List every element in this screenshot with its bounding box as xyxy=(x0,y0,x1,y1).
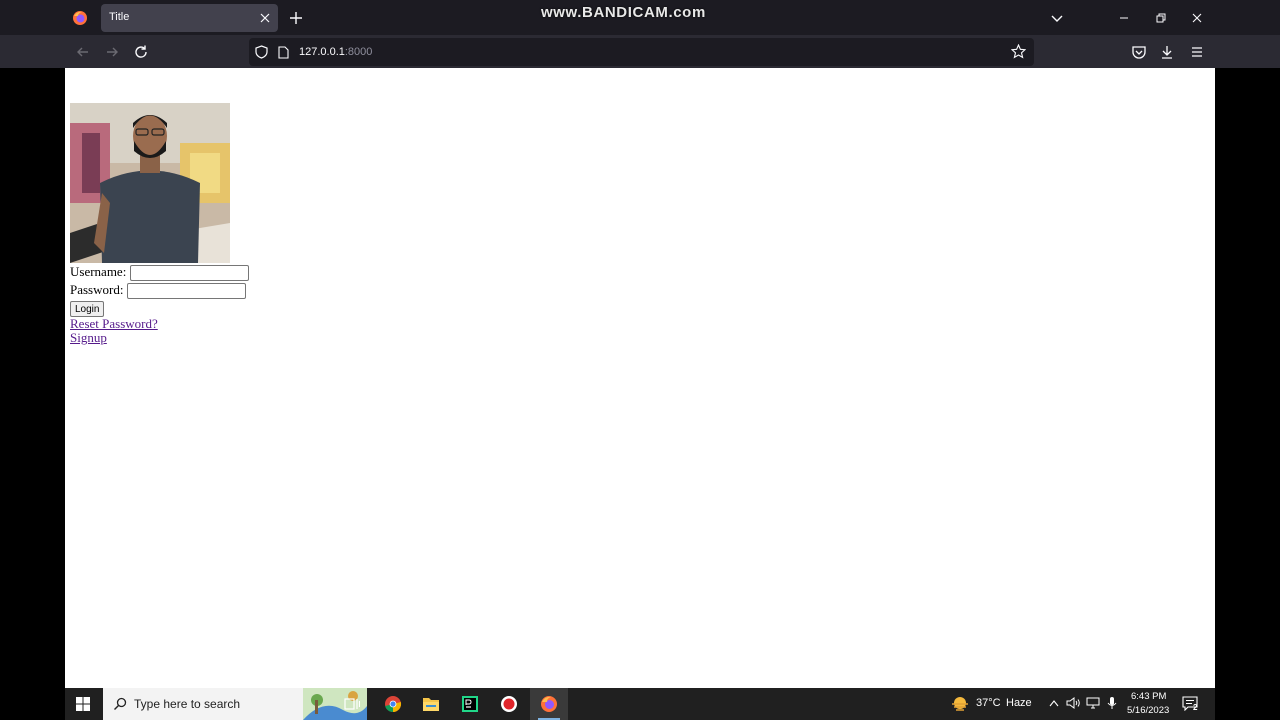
restore-icon[interactable] xyxy=(1154,11,1168,25)
login-form: Username: Password: Login Reset Password… xyxy=(70,103,249,345)
password-input[interactable] xyxy=(126,283,246,300)
page-icon[interactable] xyxy=(278,46,289,59)
login-button[interactable]: Login xyxy=(70,301,105,317)
tab-title: Title xyxy=(109,11,130,23)
task-view-icon[interactable] xyxy=(344,696,360,712)
forward-arrow-icon[interactable] xyxy=(104,44,120,60)
password-label: Password: xyxy=(70,282,124,297)
url-text[interactable]: 127.0.0.1:8000 xyxy=(299,46,372,58)
notification-count-badge: 2 xyxy=(1193,703,1198,712)
firefox-icon xyxy=(541,696,557,712)
chevron-up-icon[interactable] xyxy=(1049,699,1059,707)
browser-toolbar: 127.0.0.1:8000 xyxy=(0,35,1280,68)
taskbar-file-explorer-app[interactable] xyxy=(412,688,450,720)
taskbar-search-box[interactable]: Type here to search xyxy=(103,688,367,720)
back-arrow-icon[interactable] xyxy=(75,44,91,60)
username-row: Username: xyxy=(70,263,249,282)
download-icon[interactable] xyxy=(1159,44,1175,60)
list-tabs-icon[interactable] xyxy=(1050,11,1064,25)
shield-icon[interactable] xyxy=(255,45,268,59)
close-window-icon[interactable] xyxy=(1190,11,1204,25)
search-icon xyxy=(114,697,127,710)
pocket-icon[interactable] xyxy=(1131,44,1147,60)
windows-start-icon[interactable] xyxy=(76,697,90,711)
clock-time[interactable]: 6:43 PM xyxy=(1131,691,1166,702)
weather-description[interactable]: Haze xyxy=(1006,697,1032,709)
signup-link[interactable]: Signup xyxy=(70,331,249,345)
username-input[interactable] xyxy=(129,265,249,282)
username-label: Username: xyxy=(70,264,127,279)
firefox-menu-icon[interactable] xyxy=(72,10,88,26)
bandicam-watermark: www.BANDICAM.com xyxy=(541,4,706,21)
taskbar-firefox-app[interactable] xyxy=(530,688,568,720)
network-icon[interactable] xyxy=(1086,697,1100,709)
minimize-icon[interactable] xyxy=(1117,11,1131,25)
windows-taskbar: Type here to search 37°C Haze 6:43 PM 5/… xyxy=(65,688,1215,720)
taskbar-chrome-app[interactable] xyxy=(374,688,412,720)
url-port: :8000 xyxy=(344,46,373,58)
taskbar-bandicam-app[interactable] xyxy=(490,688,528,720)
url-host: 127.0.0.1 xyxy=(299,46,345,58)
record-icon xyxy=(501,696,517,712)
password-row: Password: xyxy=(70,281,249,300)
weather-haze-icon[interactable] xyxy=(950,695,970,713)
browser-tab-active[interactable]: Title xyxy=(101,4,278,32)
close-tab-icon[interactable] xyxy=(259,12,271,24)
speaker-icon[interactable] xyxy=(1066,697,1080,709)
search-placeholder: Type here to search xyxy=(134,697,241,711)
clock-date[interactable]: 5/16/2023 xyxy=(1127,705,1169,716)
pycharm-icon xyxy=(462,696,478,712)
url-bar[interactable]: 127.0.0.1:8000 xyxy=(249,38,1034,66)
reset-password-link[interactable]: Reset Password? xyxy=(70,317,249,331)
taskbar-pycharm-app[interactable] xyxy=(451,688,489,720)
bookmark-star-icon[interactable] xyxy=(1011,44,1026,59)
microphone-icon[interactable] xyxy=(1107,696,1117,710)
profile-photo xyxy=(70,103,230,263)
folder-icon xyxy=(423,698,439,711)
reload-icon[interactable] xyxy=(133,44,149,60)
new-tab-icon[interactable] xyxy=(289,11,303,25)
chrome-icon xyxy=(385,696,402,713)
page-viewport: Username: Password: Login Reset Password… xyxy=(65,68,1215,688)
hamburger-menu-icon[interactable] xyxy=(1189,44,1205,60)
browser-tab-bar: Title www.BANDICAM.com xyxy=(0,0,1280,35)
weather-temperature[interactable]: 37°C xyxy=(976,697,1001,709)
